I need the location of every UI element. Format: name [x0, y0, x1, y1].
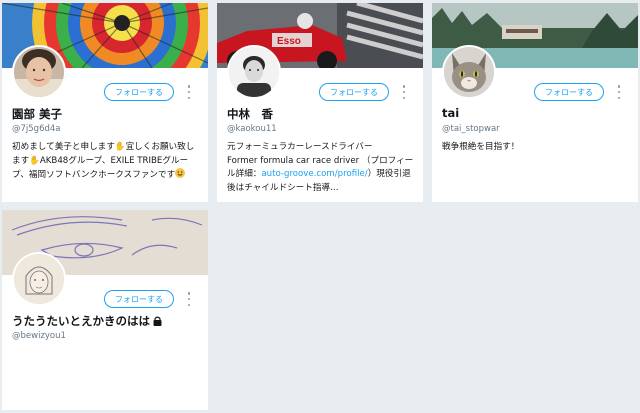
lock-icon	[153, 316, 162, 326]
display-name[interactable]: うたうたいとえかきのはは	[12, 314, 150, 328]
more-options-icon[interactable]	[616, 85, 622, 99]
avatar[interactable]	[227, 45, 281, 99]
avatar[interactable]	[442, 45, 496, 99]
avatar[interactable]	[12, 252, 66, 306]
bio-link[interactable]: auto-groove.com/profile/	[261, 169, 367, 179]
display-name[interactable]: tai	[442, 106, 459, 120]
user-handle[interactable]: @7j5g6d4a	[12, 124, 61, 134]
user-handle[interactable]: @tai_stopwar	[442, 124, 500, 134]
follow-button[interactable]: フォローする	[534, 83, 604, 101]
avatar[interactable]	[12, 45, 66, 99]
user-bio: 元フォーミュラカーレースドライバー Former formula car rac…	[227, 141, 417, 195]
smiley-face-icon	[175, 168, 186, 179]
display-name-row[interactable]: うたうたいとえかきのはは	[12, 313, 162, 329]
more-options-icon[interactable]	[401, 85, 407, 99]
cat-photo	[444, 47, 494, 97]
user-card[interactable]: フォローする うたうたいとえかきのはは @bewizyou1	[2, 210, 208, 410]
display-name[interactable]: 園部 美子	[12, 106, 62, 122]
waving-hand-icon: ✋	[29, 155, 40, 166]
waving-hand-icon: ✋	[114, 142, 126, 152]
svg-text:Esso: Esso	[277, 36, 301, 47]
user-card[interactable]: フォローする 園部 美子 @7j5g6d4a 初めまして美子と申します✋宜しくお…	[2, 3, 208, 202]
user-bio: 戦争根絶を目指す！	[442, 142, 520, 152]
driver-portrait-photo	[229, 47, 279, 97]
display-name[interactable]: 中林 香	[227, 106, 273, 122]
user-bio: 初めまして美子と申します✋宜しくお願い致します✋AKB48グループ、EXILE …	[12, 141, 202, 183]
follow-button[interactable]: フォローする	[104, 83, 174, 101]
follow-button[interactable]: フォローする	[104, 290, 174, 308]
follow-button[interactable]: フォローする	[319, 83, 389, 101]
woman-portrait-photo	[14, 47, 64, 97]
user-handle[interactable]: @bewizyou1	[12, 331, 66, 341]
bio-text: 元フォーミュラカーレースドライバー	[227, 142, 373, 152]
more-options-icon[interactable]	[186, 292, 192, 306]
bio-text: 初めまして美子と申します	[12, 142, 115, 152]
sketch-portrait-drawing	[14, 254, 64, 304]
user-card[interactable]: フォローする tai @tai_stopwar 戦争根絶を目指す！	[432, 3, 638, 202]
more-options-icon[interactable]	[186, 85, 192, 99]
user-handle[interactable]: @kaokou11	[227, 124, 277, 134]
user-card[interactable]: Esso フォローする 中林 香 @kaokou11 元フォーミュラカーレースド…	[217, 3, 423, 202]
